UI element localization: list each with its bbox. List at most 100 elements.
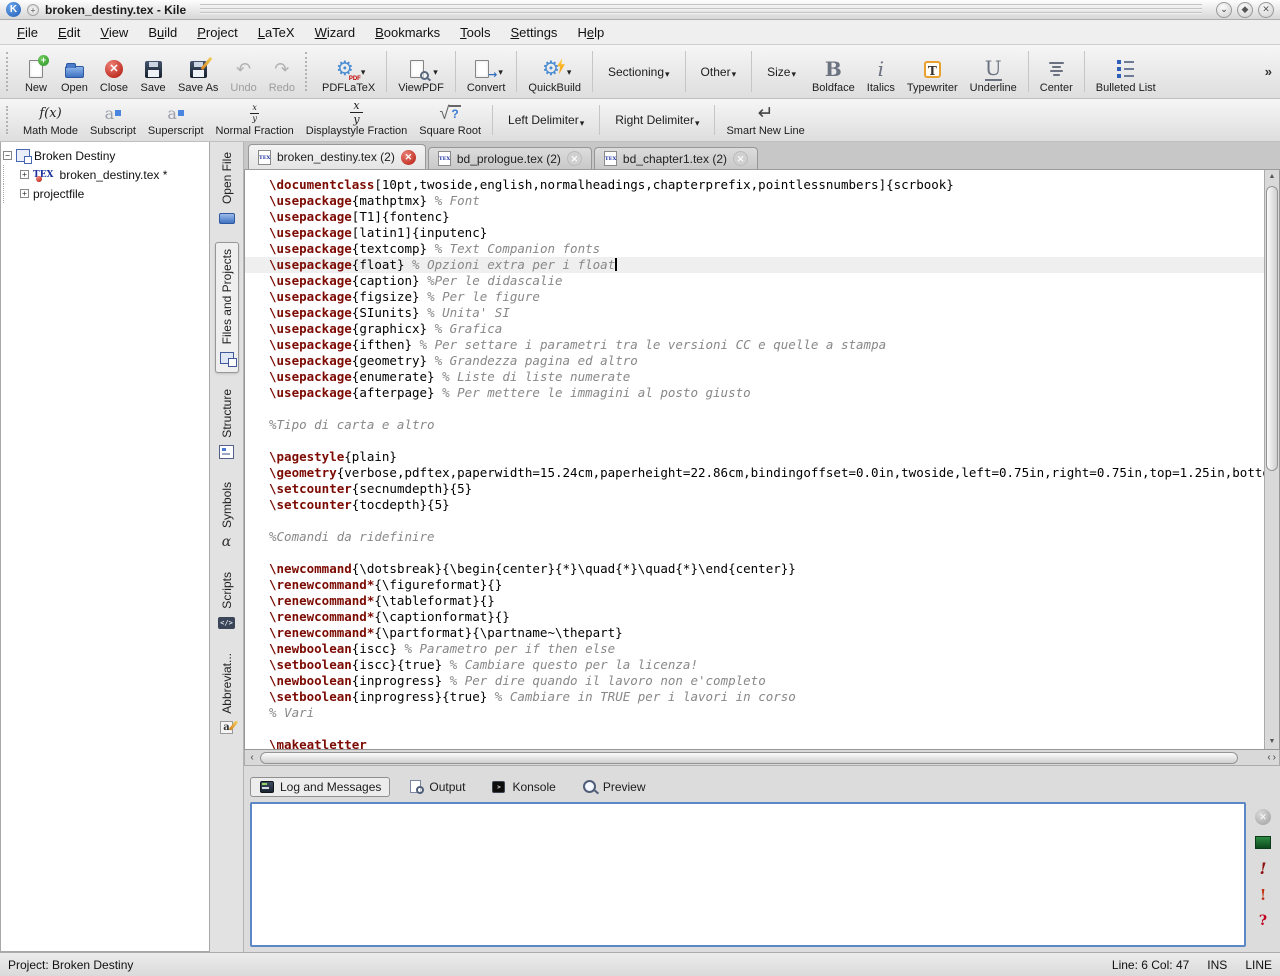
close-tab-icon[interactable]: ✕ (733, 151, 748, 166)
log-message-area[interactable] (250, 802, 1246, 947)
right-delimiter-dropdown[interactable]: Right Delimiter▾ (605, 100, 709, 140)
typewriter-button[interactable]: T Typewriter (901, 46, 964, 97)
collapse-expander-icon[interactable]: − (3, 151, 12, 160)
dropdown-arrow-icon[interactable]: ▾ (498, 67, 503, 78)
tab-broken-destiny[interactable]: TEX broken_destiny.tex (2) ✕ (248, 144, 426, 169)
expand-expander-icon[interactable]: + (20, 170, 29, 179)
code-line: \renewcommand*{\tableformat}{} (245, 593, 1264, 609)
sidebar-tab-scripts[interactable]: Scripts </> (216, 566, 238, 637)
close-tab-icon[interactable]: ✕ (567, 151, 582, 166)
maximize-window-button[interactable]: ◆ (1237, 2, 1253, 18)
code-line: \newcommand{\dotsbreak}{\begin{center}{*… (245, 561, 1264, 577)
dropdown-arrow-icon[interactable]: ▾ (567, 67, 572, 78)
window-menu-button[interactable]: + (27, 4, 39, 16)
smart-new-line-button[interactable]: ↵ Smart New Line (720, 100, 810, 140)
tab-bd-chapter1[interactable]: TEX bd_chapter1.tex (2) ✕ (594, 147, 758, 169)
viewpdf-button[interactable]: ▾ ViewPDF (392, 46, 450, 97)
scroll-up-icon[interactable]: ▲ (1265, 170, 1279, 184)
center-button[interactable]: Center (1034, 46, 1079, 97)
tree-item-project-root[interactable]: − Broken Destiny (3, 146, 207, 165)
tab-log-and-messages[interactable]: Log and Messages (250, 777, 390, 797)
toolbar-overflow-button[interactable]: » (1259, 64, 1278, 79)
errors-icon[interactable]: ! (1255, 860, 1272, 877)
sectioning-dropdown[interactable]: Sectioning▾ (598, 46, 680, 97)
latex-output-chart-icon[interactable] (1255, 836, 1271, 849)
superscript-button[interactable]: a Superscript (142, 100, 210, 140)
shade-window-button[interactable]: ⌄ (1216, 2, 1232, 18)
other-dropdown[interactable]: Other▾ (691, 46, 747, 97)
toolbar-drag-handle[interactable] (6, 52, 13, 91)
tab-preview[interactable]: Preview (574, 778, 654, 796)
badboxes-icon[interactable]: ? (1255, 912, 1272, 929)
stop-process-icon[interactable]: ✕ (1255, 809, 1271, 825)
bulleted-list-button[interactable]: Bulleted List (1090, 46, 1162, 97)
tab-konsole[interactable]: > Konsole (483, 778, 563, 796)
close-window-button[interactable]: ✕ (1258, 2, 1274, 18)
menu-latex[interactable]: LaTeX (249, 23, 304, 42)
size-dropdown[interactable]: Size▾ (757, 46, 806, 97)
menu-bookmarks[interactable]: Bookmarks (366, 23, 449, 42)
menu-wizard[interactable]: Wizard (306, 23, 364, 42)
status-line-col: Line: 6 Col: 47 (1112, 958, 1189, 972)
horizontal-scroll-thumb[interactable] (260, 752, 1238, 764)
vertical-scroll-thumb[interactable] (1266, 186, 1278, 471)
modified-dot-icon (36, 176, 42, 182)
sidebar-tab-open-file[interactable]: Open File (216, 146, 238, 232)
save-button[interactable]: Save (134, 46, 172, 97)
dropdown-arrow-icon[interactable]: ▾ (361, 67, 366, 78)
open-button[interactable]: Open (55, 46, 94, 97)
close-button[interactable]: ✕ Close (94, 46, 134, 97)
sidebar-tab-symbols[interactable]: Symbols α (216, 476, 238, 556)
code-area[interactable]: \documentclass[10pt,twoside,english,norm… (245, 170, 1264, 749)
normal-fraction-button[interactable]: xy Normal Fraction (210, 100, 300, 140)
status-insert-mode[interactable]: INS (1207, 958, 1227, 972)
subscript-button[interactable]: a Subscript (84, 100, 142, 140)
menu-view[interactable]: View (91, 23, 137, 42)
menu-project[interactable]: Project (188, 23, 246, 42)
horizontal-scrollbar[interactable]: ‹ ‹› (244, 750, 1280, 766)
vertical-scrollbar[interactable]: ▲ ▼ (1264, 170, 1279, 749)
scroll-right-icon[interactable]: › (1273, 752, 1276, 763)
sidebar-tab-abbreviation[interactable]: Abbreviat... a (216, 647, 238, 742)
redo-button[interactable]: ↷ Redo (263, 46, 301, 97)
menu-edit[interactable]: Edit (49, 23, 89, 42)
undo-button[interactable]: ↶ Undo (224, 46, 262, 97)
log-panel: ✕ ! ! ? (244, 799, 1280, 952)
close-tab-icon[interactable]: ✕ (401, 150, 416, 165)
math-mode-button[interactable]: f(x) Math Mode (17, 100, 84, 140)
left-delimiter-dropdown[interactable]: Left Delimiter▾ (498, 100, 594, 140)
status-selection-mode[interactable]: LINE (1245, 958, 1272, 972)
tree-item-main-file[interactable]: + TEX broken_destiny.tex * (3, 165, 207, 184)
sidebar-tab-files-and-projects[interactable]: Files and Projects (215, 242, 239, 373)
menu-file[interactable]: File (8, 23, 47, 42)
tab-output[interactable]: Output (400, 778, 473, 796)
sidebar-tab-structure[interactable]: Structure (216, 383, 238, 466)
menu-tools[interactable]: Tools (451, 23, 499, 42)
square-root-button[interactable]: √? Square Root (413, 100, 487, 140)
save-as-button[interactable]: Save As (172, 46, 224, 97)
menu-build[interactable]: Build (139, 23, 186, 42)
tree-item-projectfile[interactable]: + projectfile (3, 184, 207, 203)
toolbar-drag-handle[interactable] (6, 106, 13, 134)
menu-help[interactable]: Help (568, 23, 613, 42)
displaystyle-fraction-button[interactable]: xy Displaystyle Fraction (300, 100, 413, 140)
menu-settings[interactable]: Settings (501, 23, 566, 42)
toolbar-drag-handle[interactable] (305, 52, 312, 91)
expand-expander-icon[interactable]: + (20, 189, 29, 198)
code-line: \usepackage{graphicx} % Grafica (245, 321, 1264, 337)
convert-button[interactable]: →▾ Convert (461, 46, 512, 97)
tab-bd-prologue[interactable]: TEX bd_prologue.tex (2) ✕ (428, 147, 592, 169)
dropdown-arrow-icon[interactable]: ▾ (433, 67, 438, 78)
italics-button[interactable]: i Italics (861, 46, 901, 97)
scroll-left-icon[interactable]: ‹ (245, 751, 259, 765)
scroll-down-icon[interactable]: ▼ (1265, 735, 1279, 749)
underline-button[interactable]: U Underline (964, 46, 1023, 97)
scroll-left-icon[interactable]: ‹ (1267, 752, 1270, 763)
quickbuild-button[interactable]: ⚙▾ QuickBuild (522, 46, 587, 97)
code-line: \renewcommand*{\partformat}{\partname~\t… (245, 625, 1264, 641)
pdflatex-button[interactable]: ⚙PDF▾ PDFLaTeX (316, 46, 381, 97)
dropdown-arrow-icon: ▾ (791, 69, 796, 80)
boldface-button[interactable]: B Boldface (806, 46, 861, 97)
warnings-icon[interactable]: ! (1255, 886, 1272, 903)
new-button[interactable]: + New (17, 46, 55, 97)
